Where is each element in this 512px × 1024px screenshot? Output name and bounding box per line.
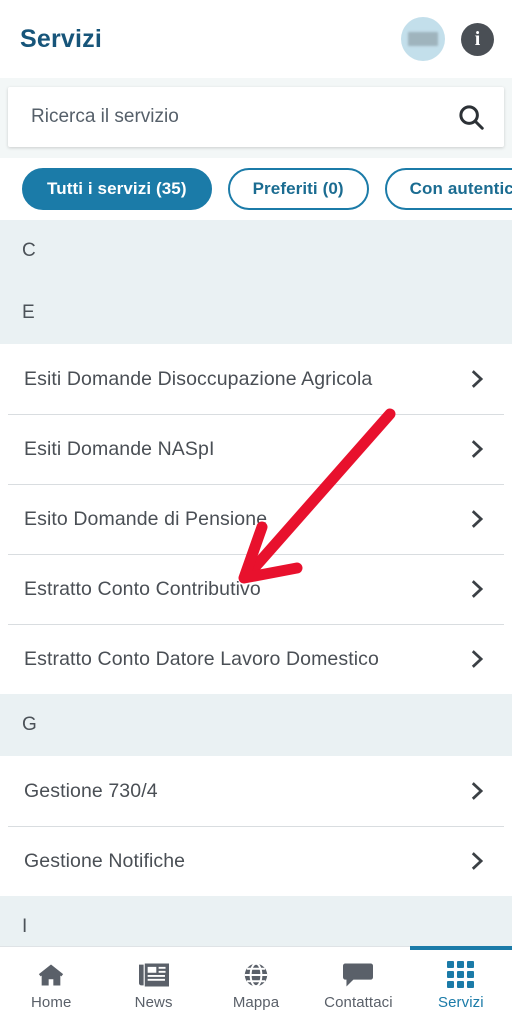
chip-con-autenticazione[interactable]: Con autenticazione	[384, 168, 512, 210]
home-icon	[36, 961, 66, 989]
nav-label: Home	[30, 993, 72, 1011]
nav-item-contattaci[interactable]: Contattaci	[307, 947, 409, 1024]
list-item-label: Estratto Conto Contributivo	[24, 577, 261, 600]
services-list[interactable]: C E Esiti Domande Disoccupazione Agricol…	[0, 220, 512, 946]
filter-chips: Tutti i servizi (35) Preferiti (0) Con a…	[0, 158, 512, 220]
app-root: Servizi i Tutti i servizi (35) Preferiti…	[0, 0, 512, 1024]
list-item[interactable]: Esiti Domande Disoccupazione Agricola	[0, 344, 512, 414]
list-item-label: Esiti Domande NASpI	[24, 437, 215, 460]
bottom-navigation: Home News Mappa Contattaci Servizi	[0, 946, 512, 1024]
globe-icon	[242, 961, 270, 989]
nav-item-mappa[interactable]: Mappa	[205, 947, 307, 1024]
chip-tutti-i-servizi[interactable]: Tutti i servizi (35)	[22, 168, 212, 210]
section-header-c: C	[0, 220, 512, 282]
list-item-label: Estratto Conto Datore Lavoro Domestico	[24, 647, 379, 670]
avatar-redaction	[408, 32, 438, 46]
search-bar-container	[0, 78, 512, 158]
chevron-right-icon	[466, 368, 488, 390]
list-item-estratto-conto-contributivo[interactable]: Estratto Conto Contributivo	[0, 554, 512, 624]
app-header: Servizi i	[0, 0, 512, 78]
chip-preferiti[interactable]: Preferiti (0)	[227, 168, 369, 210]
nav-label: Servizi	[437, 993, 484, 1011]
chevron-right-icon	[466, 438, 488, 460]
search-input[interactable]	[31, 106, 456, 128]
search-box[interactable]	[8, 87, 504, 147]
newspaper-icon	[138, 961, 169, 989]
nav-label: Contattaci	[324, 993, 393, 1011]
header-actions: i	[401, 17, 494, 61]
list-item[interactable]: Esiti Domande NASpI	[0, 414, 512, 484]
list-item[interactable]: Gestione 730/4	[0, 756, 512, 826]
nav-item-home[interactable]: Home	[0, 947, 102, 1024]
chat-bubble-icon	[343, 961, 374, 989]
list-item-label: Esito Domande di Pensione	[24, 507, 268, 530]
list-item[interactable]: Esito Domande di Pensione	[0, 484, 512, 554]
chevron-right-icon	[466, 578, 488, 600]
nav-label: Mappa	[232, 993, 280, 1011]
section-header-g: G	[0, 694, 512, 756]
list-item[interactable]: Estratto Conto Datore Lavoro Domestico	[0, 624, 512, 694]
nav-item-news[interactable]: News	[102, 947, 204, 1024]
list-item-label: Gestione Notifiche	[24, 849, 186, 872]
list-item-label: Esiti Domande Disoccupazione Agricola	[24, 367, 373, 390]
section-header-i: I	[0, 896, 512, 946]
nav-label: News	[134, 993, 173, 1011]
grid-icon	[447, 961, 475, 989]
search-icon[interactable]	[456, 102, 486, 132]
list-item[interactable]: Gestione Notifiche	[0, 826, 512, 896]
chevron-right-icon	[466, 648, 488, 670]
chevron-right-icon	[466, 780, 488, 802]
page-title: Servizi	[20, 24, 103, 53]
chevron-right-icon	[466, 850, 488, 872]
nav-item-servizi[interactable]: Servizi	[409, 946, 512, 1024]
avatar[interactable]	[401, 17, 445, 61]
list-item-label: Gestione 730/4	[24, 779, 158, 802]
chevron-right-icon	[466, 508, 488, 530]
section-header-e: E	[0, 282, 512, 344]
info-icon[interactable]: i	[461, 22, 494, 56]
